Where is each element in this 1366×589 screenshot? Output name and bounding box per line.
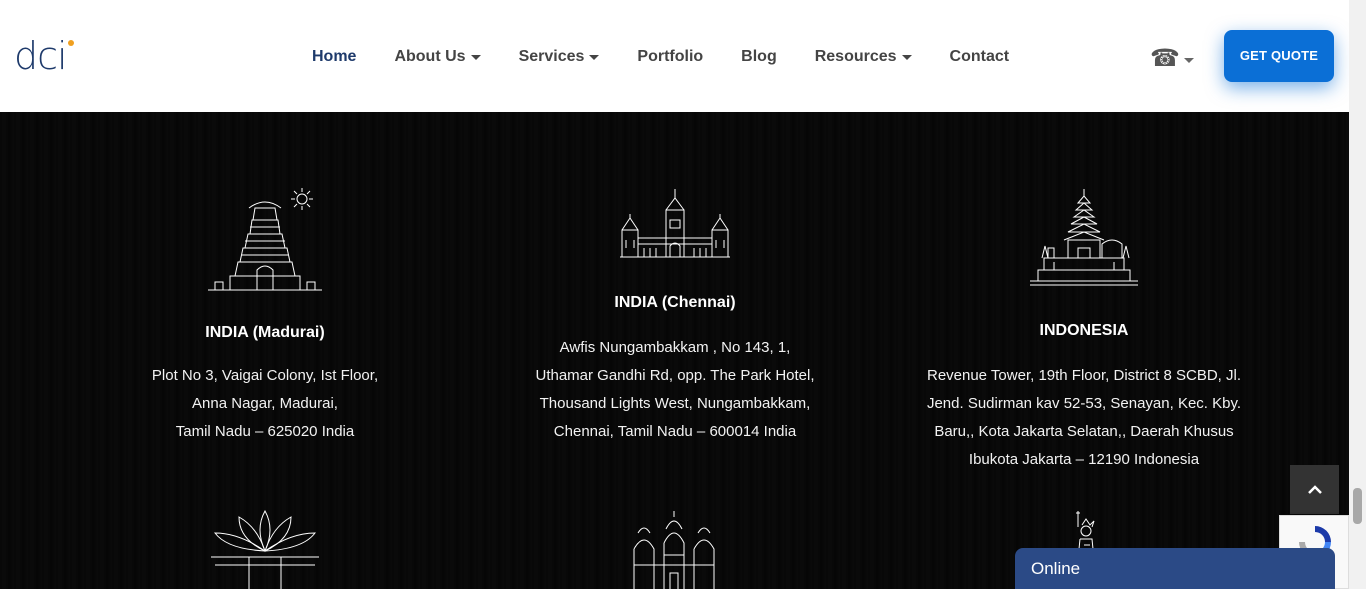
address-line: Plot No 3, Vaigai Colony, Ist Floor, xyxy=(151,367,379,384)
caret-down-icon xyxy=(1183,58,1194,63)
site-header: dci Home About Us Services Portfolio Blo… xyxy=(0,0,1349,112)
nav-blog-label: Blog xyxy=(741,48,777,65)
nav-portfolio-label: Portfolio xyxy=(637,48,704,65)
nav-about-us[interactable]: About Us xyxy=(394,46,481,68)
address-line: Uthamar Gandhi Rd, opp. The Park Hotel, xyxy=(535,367,815,384)
office-card-chennai: INDIA (Chennai) Awfis Nungambakkam , No … xyxy=(505,188,845,446)
address-line: Jend. Sudirman kav 52-53, Senayan, Kec. … xyxy=(926,395,1242,412)
office-title: INDIA (Chennai) xyxy=(614,294,736,311)
office-card-indonesia: INDONESIA Revenue Tower, 19th Floor, Dis… xyxy=(904,188,1264,474)
nav-home[interactable]: Home xyxy=(312,46,356,68)
address-line: Awfis Nungambakkam , No 143, 1, xyxy=(559,339,791,356)
nav-resources[interactable]: Resources xyxy=(815,46,912,68)
nav-home-label: Home xyxy=(312,48,357,65)
angkor-wat-icon xyxy=(633,511,715,589)
nav-contact[interactable]: Contact xyxy=(950,46,1010,68)
office-address: Awfis Nungambakkam , No 143, 1, Uthamar … xyxy=(505,334,845,446)
back-to-top-button[interactable] xyxy=(1290,465,1339,514)
nav-resources-label: Resources xyxy=(814,48,897,65)
address-line: Ibukota Jakarta – 12190 Indonesia xyxy=(968,451,1200,468)
nav-services-label: Services xyxy=(518,48,585,65)
high-court-icon xyxy=(620,189,730,258)
scrollbar-thumb[interactable] xyxy=(1353,488,1362,524)
address-line: Chennai, Tamil Nadu – 600014 India xyxy=(553,423,797,440)
office-card-madurai: INDIA (Madurai) Plot No 3, Vaigai Colony… xyxy=(115,184,415,446)
office-address: Plot No 3, Vaigai Colony, Ist Floor, Ann… xyxy=(115,362,415,446)
logo[interactable]: dci xyxy=(14,36,76,76)
nav-about-us-label: About Us xyxy=(394,48,466,65)
offices-section: INDIA (Madurai) Plot No 3, Vaigai Colony… xyxy=(0,112,1349,589)
main-nav: Home About Us Services Portfolio Blog Re… xyxy=(312,46,1047,68)
logo-text: dci xyxy=(14,34,68,78)
address-line: Anna Nagar, Madurai, xyxy=(192,395,338,412)
nav-portfolio[interactable]: Portfolio xyxy=(637,46,703,68)
get-quote-button[interactable]: GET QUOTE xyxy=(1224,30,1334,82)
address-line: Revenue Tower, 19th Floor, District 8 SC… xyxy=(926,367,1242,384)
office-title: INDIA (Madurai) xyxy=(205,324,325,341)
logo-dot xyxy=(68,40,74,46)
nav-blog[interactable]: Blog xyxy=(741,46,777,68)
address-line: Baru,, Kota Jakarta Selatan,, Daerah Khu… xyxy=(934,423,1234,440)
temple-icon xyxy=(208,188,322,291)
office-address: Revenue Tower, 19th Floor, District 8 SC… xyxy=(904,362,1264,474)
chat-widget[interactable]: Online xyxy=(1015,548,1335,589)
nav-contact-label: Contact xyxy=(949,48,1010,65)
address-line: Thousand Lights West, Nungambakkam, xyxy=(539,395,811,412)
phone-dropdown[interactable]: ☎ xyxy=(1150,44,1194,73)
phone-icon: ☎ xyxy=(1150,45,1180,72)
pagoda-icon xyxy=(1030,189,1138,286)
caret-down-icon xyxy=(589,54,600,60)
address-line: Tamil Nadu – 625020 India xyxy=(175,423,355,440)
nav-services[interactable]: Services xyxy=(519,46,600,68)
office-title: INDONESIA xyxy=(1039,322,1129,339)
lotus-temple-icon xyxy=(211,509,319,589)
chevron-up-icon xyxy=(1307,484,1322,494)
caret-down-icon xyxy=(901,54,912,60)
page-scrollbar[interactable] xyxy=(1349,0,1366,589)
caret-down-icon xyxy=(470,54,481,60)
